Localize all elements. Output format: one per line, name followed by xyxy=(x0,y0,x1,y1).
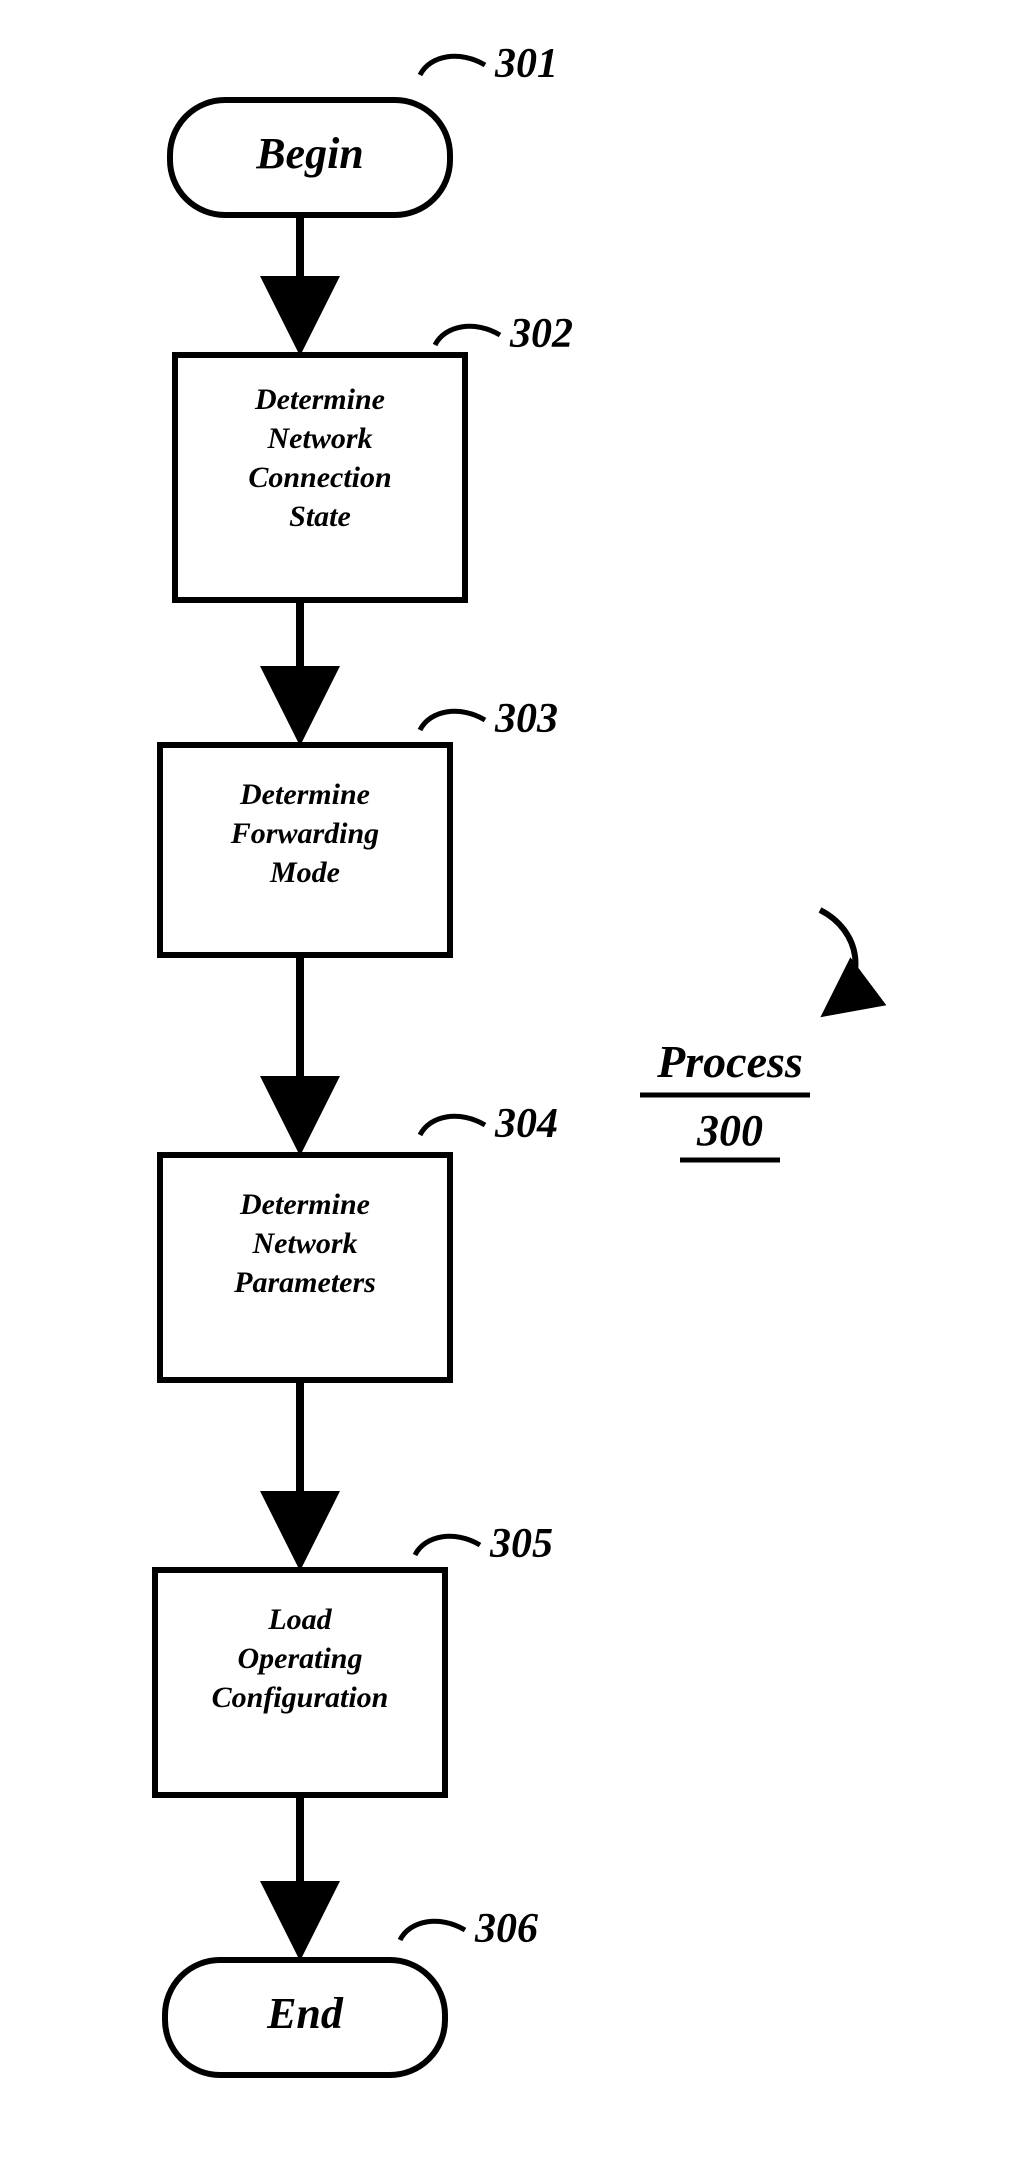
callout-303 xyxy=(420,711,485,730)
node-begin-text: Begin xyxy=(170,125,450,182)
node-305-line3: Configuration xyxy=(155,1678,445,1717)
ref-304: 304 xyxy=(495,1100,558,1148)
node-302-line4: State xyxy=(175,497,465,536)
callout-304 xyxy=(420,1116,485,1135)
node-303-line2: Forwarding xyxy=(160,814,450,853)
node-302-text: Determine Network Connection State xyxy=(175,380,465,536)
node-302-line2: Network xyxy=(175,419,465,458)
ref-301: 301 xyxy=(495,40,558,88)
node-305-line2: Operating xyxy=(155,1639,445,1678)
node-304-text: Determine Network Parameters xyxy=(160,1185,450,1302)
node-303-line1: Determine xyxy=(160,775,450,814)
process-name: Process xyxy=(630,1035,830,1088)
node-302-line3: Connection xyxy=(175,458,465,497)
process-arrow xyxy=(820,910,855,1010)
node-305-text: Load Operating Configuration xyxy=(155,1600,445,1717)
node-304-line2: Network xyxy=(160,1224,450,1263)
node-303-line3: Mode xyxy=(160,853,450,892)
callout-305 xyxy=(415,1536,480,1555)
node-304-line1: Determine xyxy=(160,1185,450,1224)
ref-305: 305 xyxy=(490,1520,553,1568)
node-305-line1: Load xyxy=(155,1600,445,1639)
node-304-line3: Parameters xyxy=(160,1263,450,1302)
ref-302: 302 xyxy=(510,310,573,358)
flowchart-canvas: Begin 301 Determine Network Connection S… xyxy=(0,0,1036,2181)
ref-303: 303 xyxy=(495,695,558,743)
node-303-text: Determine Forwarding Mode xyxy=(160,775,450,892)
node-end-text: End xyxy=(165,1985,445,2042)
process-number: 300 xyxy=(670,1105,790,1156)
callout-301 xyxy=(420,56,485,75)
node-302-line1: Determine xyxy=(175,380,465,419)
callout-306 xyxy=(400,1921,465,1940)
callout-302 xyxy=(435,326,500,345)
ref-306: 306 xyxy=(475,1905,538,1953)
